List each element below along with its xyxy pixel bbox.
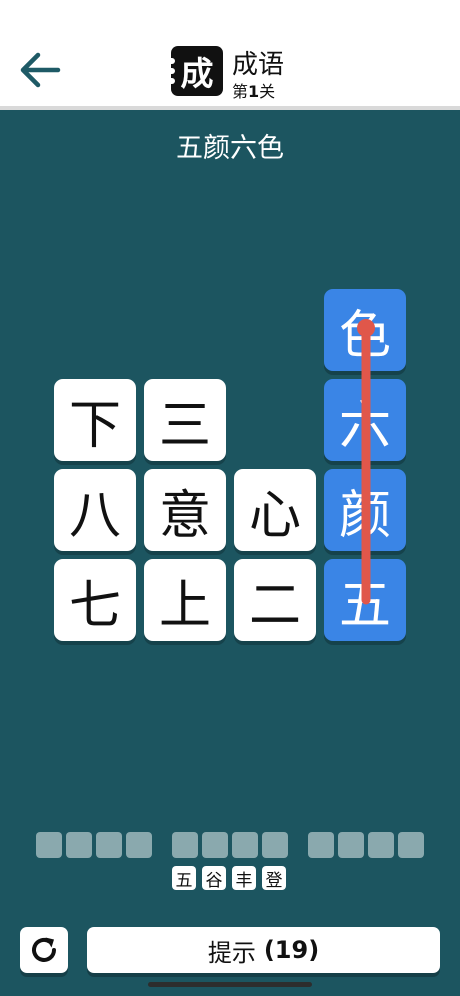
tile-san[interactable]: 三 xyxy=(144,379,226,461)
tile-ba[interactable]: 八 xyxy=(54,469,136,551)
tile-qi[interactable]: 七 xyxy=(54,559,136,641)
target-idiom: 五颜六色 xyxy=(176,133,284,164)
level-prefix: 第 xyxy=(232,82,249,101)
level-number: 1 xyxy=(248,82,260,101)
tile-yi[interactable]: 意 xyxy=(144,469,226,551)
header-bar: 成 成语 第1关 xyxy=(0,0,460,110)
back-arrow-icon xyxy=(20,52,61,88)
tile-char: 二 xyxy=(248,575,301,636)
tile-xin[interactable]: 心 xyxy=(234,469,316,551)
refresh-icon xyxy=(32,937,56,962)
answer-slot xyxy=(36,832,62,858)
answer-slot xyxy=(202,832,228,858)
back-button[interactable] xyxy=(18,50,62,90)
tile-er[interactable]: 二 xyxy=(234,559,316,641)
tile-char: 八 xyxy=(68,485,121,546)
level-suffix: 关 xyxy=(259,82,276,101)
tile-char: 色 xyxy=(338,305,391,366)
hint-button[interactable]: 提示 (19) xyxy=(87,927,440,973)
tile-se[interactable]: 色 xyxy=(324,289,406,371)
tile-char: 颜 xyxy=(338,485,391,546)
answer-slot xyxy=(338,832,364,858)
hint-char: 登 xyxy=(262,866,286,891)
tile-char: 心 xyxy=(248,485,301,546)
app-logo: 成 xyxy=(167,46,223,96)
home-indicator xyxy=(148,982,312,987)
level-indicator: 第1关 xyxy=(232,78,275,102)
answer-slot xyxy=(398,832,424,858)
answer-slots xyxy=(0,832,460,860)
refresh-button[interactable] xyxy=(20,927,68,973)
tile-yan[interactable]: 颜 xyxy=(324,469,406,551)
tile-char: 五 xyxy=(338,575,391,636)
answer-slot xyxy=(172,832,198,858)
answer-slot xyxy=(126,832,152,858)
tile-char: 意 xyxy=(158,485,211,546)
tile-shang[interactable]: 上 xyxy=(144,559,226,641)
hint-button-label: 提示 xyxy=(207,938,256,967)
tile-char: 七 xyxy=(68,575,121,636)
answer-slot xyxy=(262,832,288,858)
hint-char: 丰 xyxy=(232,866,256,891)
app-title: 成语 xyxy=(232,50,285,80)
tile-liu[interactable]: 六 xyxy=(324,379,406,461)
tile-char: 六 xyxy=(338,395,391,456)
answer-slot xyxy=(96,832,122,858)
tile-wu[interactable]: 五 xyxy=(324,559,406,641)
tile-char: 上 xyxy=(158,575,211,636)
answer-slot xyxy=(66,832,92,858)
app-logo-char: 成 xyxy=(180,54,214,93)
hint-count: (19) xyxy=(263,936,320,964)
tile-xia[interactable]: 下 xyxy=(54,379,136,461)
tile-char: 三 xyxy=(158,395,211,456)
hint-char: 五 xyxy=(172,866,196,891)
answer-slot xyxy=(308,832,334,858)
answer-slot xyxy=(232,832,258,858)
hint-char: 谷 xyxy=(202,866,226,891)
answer-slot xyxy=(368,832,394,858)
tile-char: 下 xyxy=(68,395,121,456)
